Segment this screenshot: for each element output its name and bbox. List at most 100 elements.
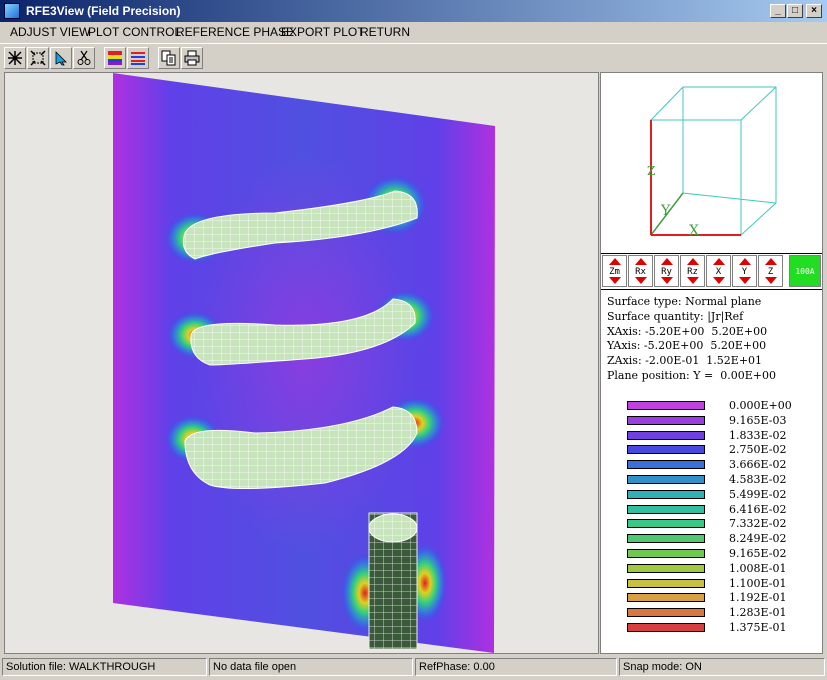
plane-position: Plane position: Y = 0.00E+00 <box>607 368 776 382</box>
down-arrow-icon <box>765 277 777 284</box>
status-bar: Solution file: WALKTHROUGH No data file … <box>0 656 827 680</box>
status-solution-file: Solution file: WALKTHROUGH <box>2 658 207 676</box>
legend-swatch <box>627 519 705 529</box>
x-axis-range: XAxis: -5.20E+00 5.20E+00 <box>607 324 768 338</box>
zoom-window-button[interactable] <box>4 47 26 69</box>
legend-swatch <box>627 460 705 470</box>
pointer-button[interactable] <box>50 47 72 69</box>
legend-swatch <box>627 578 705 588</box>
z-axis-range: ZAxis: -2.00E-01 1.52E+01 <box>607 354 763 368</box>
legend-value: 4.583E-02 <box>729 473 787 486</box>
close-button[interactable]: × <box>806 4 822 18</box>
pan-y-button[interactable]: Y <box>732 255 757 287</box>
legend-value: 1.192E-01 <box>729 591 787 605</box>
color-plot-button[interactable] <box>104 47 126 69</box>
legend-value: 9.165E-02 <box>729 547 787 560</box>
legend-value: 2.750E-02 <box>729 443 787 457</box>
down-arrow-icon <box>661 277 673 284</box>
up-arrow-icon <box>609 258 621 265</box>
legend-value: 7.332E-02 <box>729 517 787 531</box>
up-arrow-icon <box>765 258 777 265</box>
maximize-button[interactable]: □ <box>787 4 803 18</box>
pan-x-button[interactable]: X <box>706 255 731 287</box>
print-button[interactable] <box>181 47 203 69</box>
legend-swatch <box>627 563 705 573</box>
legend-swatch <box>627 445 705 455</box>
cut-button[interactable] <box>73 47 95 69</box>
legend-value: 6.416E-02 <box>729 502 787 516</box>
legend-swatch <box>627 489 705 499</box>
legend-value: 1.008E-01 <box>729 561 787 575</box>
zoom-button[interactable]: Zm <box>602 255 627 287</box>
legend-value: 1.833E-02 <box>729 428 787 442</box>
surface-type: Surface type: Normal plane <box>607 295 762 308</box>
copy-button[interactable] <box>158 47 180 69</box>
up-arrow-icon <box>713 258 725 265</box>
legend-value: 1.375E-01 <box>729 621 787 634</box>
legend-swatch <box>627 623 705 632</box>
contour-plot-button[interactable] <box>127 47 149 69</box>
legend-swatch <box>627 549 705 558</box>
y-axis-label: Y <box>660 203 671 219</box>
cut-icon <box>77 50 91 65</box>
surface-quantity: Surface quantity: |Jr|Ref <box>607 309 744 323</box>
color-plot-icon <box>108 51 122 65</box>
menu-return[interactable]: RETURN <box>360 25 410 39</box>
axes-widget: Z Y X <box>601 73 822 254</box>
legend-swatch <box>627 430 705 440</box>
menu-plot-control[interactable]: PLOT CONTROL <box>88 25 181 39</box>
rotate-z-button[interactable]: Rz <box>680 255 705 287</box>
window-title: RFE3View (Field Precision) <box>26 4 181 18</box>
pointer-icon <box>55 51 67 66</box>
title-bar: RFE3View (Field Precision) _ □ × <box>0 0 827 22</box>
up-arrow-icon <box>635 258 647 265</box>
legend-value: 1.283E-01 <box>729 606 787 620</box>
up-arrow-icon <box>739 258 751 265</box>
x-axis-label: X <box>689 223 699 239</box>
full-view-icon <box>30 50 46 66</box>
down-arrow-icon <box>609 277 621 284</box>
toolbar <box>0 43 827 72</box>
app-icon <box>4 3 20 19</box>
menu-adjust-view[interactable]: ADJUST VIEW <box>10 25 90 39</box>
pan-z-button[interactable]: Z <box>758 255 783 287</box>
down-arrow-icon <box>739 277 751 284</box>
legend-swatch <box>627 401 705 410</box>
plot-info: Surface type: Normal plane Surface quanti… <box>607 295 776 384</box>
up-arrow-icon <box>687 258 699 265</box>
full-view-button[interactable] <box>27 47 49 69</box>
copy-icon <box>161 50 176 66</box>
minimize-button[interactable]: _ <box>770 4 786 18</box>
legend-swatch <box>627 534 705 544</box>
legend-value: 9.165E-03 <box>729 413 787 427</box>
contour-plot-icon <box>131 52 145 65</box>
scale-button[interactable]: 100A <box>789 255 821 287</box>
legend-value: 8.249E-02 <box>729 532 787 546</box>
field-plot <box>113 73 495 653</box>
y-axis-range: YAxis: -5.20E+00 5.20E+00 <box>607 339 767 353</box>
print-icon <box>184 50 200 66</box>
legend-swatch <box>627 475 705 484</box>
status-data-file: No data file open <box>209 658 413 676</box>
zoom-window-icon <box>8 51 22 65</box>
orientation-cube: Z Y X <box>647 86 777 239</box>
plot-viewport[interactable] <box>4 72 599 654</box>
legend-swatch <box>627 504 705 514</box>
view-controls: Zm Rx Ry Rz X Y Z 100A <box>601 253 822 290</box>
menu-bar: ADJUST VIEW PLOT CONTROL REFERENCE PHASE… <box>0 22 827 42</box>
legend-swatch <box>627 415 705 425</box>
legend-value: 3.666E-02 <box>729 458 787 472</box>
rotate-y-button[interactable]: Ry <box>654 255 679 287</box>
up-arrow-icon <box>661 258 673 265</box>
right-panel: Z Y X Zm Rx Ry Rz X Y Z 100A Surface typ… <box>600 72 823 654</box>
status-refphase: RefPhase: 0.00 <box>415 658 617 676</box>
z-axis-label: Z <box>647 164 655 178</box>
legend-swatch <box>627 593 705 603</box>
menu-export-plot[interactable]: EXPORT PLOT <box>281 25 365 39</box>
legend-value: 0.000E+00 <box>729 399 792 412</box>
rotate-x-button[interactable]: Rx <box>628 255 653 287</box>
down-arrow-icon <box>687 277 699 284</box>
legend-value: 5.499E-02 <box>729 487 787 501</box>
down-arrow-icon <box>713 277 725 284</box>
menu-reference-phase[interactable]: REFERENCE PHASE <box>176 25 294 39</box>
